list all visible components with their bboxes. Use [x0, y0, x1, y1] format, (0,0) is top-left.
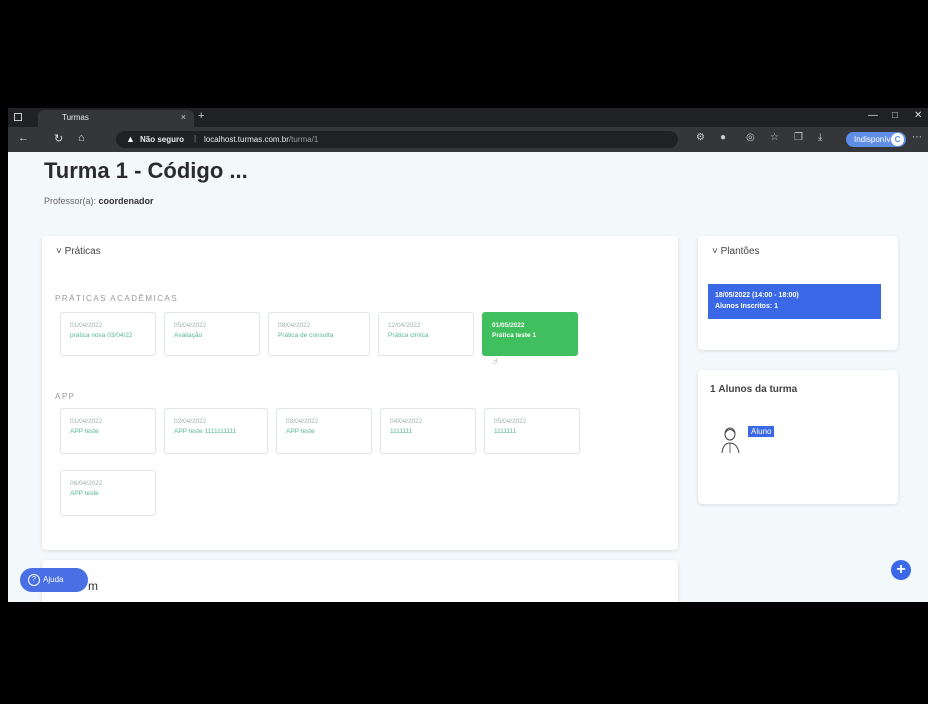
maximize-icon[interactable]: □ — [892, 110, 898, 121]
pratica-item[interactable]: 05/04/2022 Avaliação — [164, 312, 260, 356]
pratica-item[interactable]: 01/04/2022 prática nova 03/04/22 — [60, 312, 156, 356]
app-item[interactable]: 02/04/2022 APP teste 1111111111 — [164, 408, 268, 454]
record-icon[interactable]: ● — [720, 132, 726, 143]
app-date: 06/04/2022 — [70, 480, 103, 487]
url-host: localhost.turmas.com.br — [204, 135, 289, 144]
collections-icon[interactable]: ❐ — [794, 132, 803, 143]
app-label: APP — [55, 392, 76, 401]
plantao-item[interactable]: 18/05/2022 (14:00 - 18:00) Alunos Inscri… — [708, 284, 881, 319]
app-date: 01/04/2022 — [70, 418, 103, 425]
close-window-icon[interactable]: ✕ — [914, 110, 922, 121]
back-icon[interactable]: ← — [18, 132, 29, 144]
tab-close-icon[interactable]: × — [181, 112, 186, 122]
pratica-date: 01/05/2022 — [492, 322, 525, 329]
professor-label: Professor(a): — [44, 196, 97, 206]
tab-actions-icon[interactable] — [14, 113, 22, 121]
app-item[interactable]: 03/04/2022 APP teste — [276, 408, 372, 454]
pratica-item-active[interactable]: 01/05/2022 Prática teste 1 — [482, 312, 578, 356]
app-title: 1111111 — [390, 428, 413, 435]
tab-title: Turmas — [62, 113, 89, 122]
favorites-icon[interactable]: ☆ — [770, 132, 779, 143]
pratica-date: 05/04/2022 — [174, 322, 207, 329]
browser-tab[interactable]: Turmas × — [38, 110, 194, 127]
app-title: APP teste 1111111111 — [174, 428, 237, 435]
help-label: Ajuda — [43, 575, 64, 584]
app-date: 05/04/2022 — [494, 418, 527, 425]
profile-button[interactable]: Indisponível C — [846, 132, 906, 147]
alunos-card: 1 Alunos da turma Aluno — [698, 370, 898, 504]
caret-icon: ˅ — [712, 246, 718, 257]
app-item[interactable]: 01/04/2022 APP teste — [60, 408, 156, 454]
student-name[interactable]: Aluno — [748, 426, 775, 437]
not-secure-label: Não seguro — [140, 135, 185, 144]
warning-icon: ▲ — [126, 134, 135, 144]
reload-icon[interactable]: ↻ — [54, 132, 63, 145]
url-separator: | — [194, 134, 197, 143]
praticas-heading: Práticas — [64, 246, 101, 257]
pratica-date: 01/04/2022 — [70, 322, 103, 329]
plantoes-header[interactable]: ˅ Plantões — [712, 246, 760, 257]
page-title: Turma 1 - Código ... — [44, 158, 248, 183]
app-title: 1111111 — [494, 428, 517, 435]
alunos-header: 1 Alunos da turma — [710, 384, 797, 395]
plantao-date: 18/05/2022 (14:00 - 18:00) — [715, 292, 799, 299]
secondary-card-heading: m — [88, 579, 98, 593]
praticas-header[interactable]: ˅ Práticas — [56, 246, 101, 257]
url-path: /turma/1 — [288, 135, 319, 144]
download-icon[interactable]: ⤓ — [818, 132, 822, 143]
pratica-date: 08/04/2022 — [278, 322, 311, 329]
more-icon[interactable]: ⋯ — [912, 132, 922, 143]
new-tab-button[interactable]: + — [198, 110, 204, 122]
pratica-title: prática nova 03/04/22 — [70, 332, 133, 339]
app-item[interactable]: 06/04/2022 APP teste — [60, 470, 156, 516]
student-avatar-icon — [721, 427, 740, 454]
minimize-icon[interactable]: — — [868, 110, 878, 121]
alunos-heading-label: Alunos da turma — [718, 384, 798, 395]
browser-address-bar: ← ↻ ⌂ ▲ Não seguro | localhost.turmas.co… — [8, 127, 928, 152]
professor-line: Professor(a): coordenador — [44, 196, 154, 206]
app-date: 03/04/2022 — [286, 418, 319, 425]
help-button[interactable]: ? Ajuda — [20, 568, 88, 592]
help-icon: ? — [28, 574, 40, 586]
pratica-item[interactable]: 12/04/2022 Prática clínica — [378, 312, 474, 356]
app-item[interactable]: 05/04/2022 1111111 — [484, 408, 580, 454]
tab-search-icon[interactable]: ◎ — [746, 132, 755, 143]
app-item[interactable]: 04/04/2022 1111111 — [380, 408, 476, 454]
plantoes-heading: Plantões — [720, 246, 760, 257]
pratica-title: Prática de consulta — [278, 332, 334, 339]
secondary-card — [42, 560, 678, 602]
praticas-academicas-label: PRÁTICAS ACADÊMICAS — [55, 294, 179, 303]
profile-avatar: C — [891, 133, 904, 146]
url-bar[interactable]: ▲ Não seguro | localhost.turmas.com.br/t… — [116, 131, 678, 148]
app-title: APP teste — [70, 428, 99, 435]
home-icon[interactable]: ⌂ — [78, 132, 85, 144]
pratica-title: Prática teste 1 — [492, 332, 537, 339]
extension-icon[interactable]: ⚙ — [696, 132, 705, 143]
pratica-date: 12/04/2022 — [388, 322, 421, 329]
pratica-title: Prática clínica — [388, 332, 429, 339]
cursor-pointer-icon: ☝ — [493, 357, 498, 366]
praticas-card: ˅ Práticas PRÁTICAS ACADÊMICAS 01/04/202… — [42, 236, 678, 550]
plantoes-card: ˅ Plantões 18/05/2022 (14:00 - 18:00) Al… — [698, 236, 898, 350]
video-frame: Turmas × + — □ ✕ ← ↻ ⌂ ▲ Não seguro | lo… — [8, 108, 928, 602]
browser-tab-bar: Turmas × + — □ ✕ — [8, 108, 928, 127]
pratica-title: Avaliação — [174, 332, 203, 339]
url-text: localhost.turmas.com.br/turma/1 — [204, 135, 318, 144]
app-title: APP teste — [70, 490, 99, 497]
pratica-item[interactable]: 08/04/2022 Prática de consulta — [268, 312, 370, 356]
plantao-enrolled: Alunos Inscritos: 1 — [715, 303, 779, 310]
add-fab-button[interactable]: + — [891, 560, 911, 580]
app-title: APP teste — [286, 428, 315, 435]
professor-name: coordenador — [98, 196, 154, 206]
app-date: 02/04/2022 — [174, 418, 207, 425]
caret-icon: ˅ — [56, 246, 62, 257]
app-date: 04/04/2022 — [390, 418, 423, 425]
alunos-count: 1 — [710, 384, 716, 395]
